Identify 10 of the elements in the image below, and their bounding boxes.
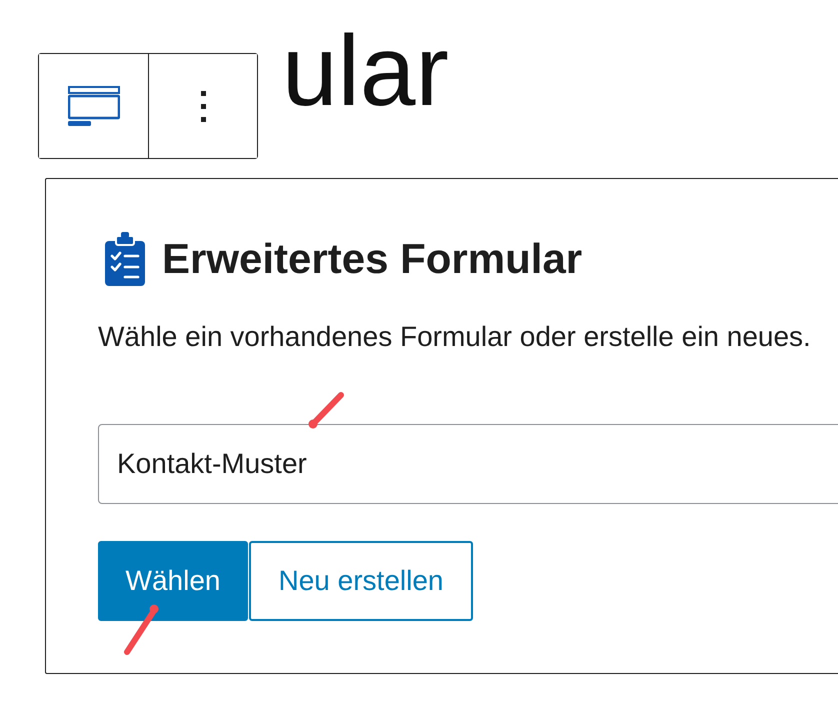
clipboard-checklist-icon [105, 232, 145, 286]
select-button[interactable]: Wählen [98, 541, 248, 621]
annotation-arrow [306, 391, 346, 431]
more-options-icon [200, 90, 206, 122]
form-field[interactable]: Kontakt-Muster [98, 424, 838, 504]
block-description: Wähle ein vorhandenes Formular oder erstelle ein neues. [98, 320, 811, 354]
create-button[interactable]: Neu erstellen [249, 541, 473, 621]
layout-icon [68, 86, 120, 126]
block-title: Erweitertes Formular [162, 234, 582, 284]
page-title: ular [282, 21, 449, 121]
